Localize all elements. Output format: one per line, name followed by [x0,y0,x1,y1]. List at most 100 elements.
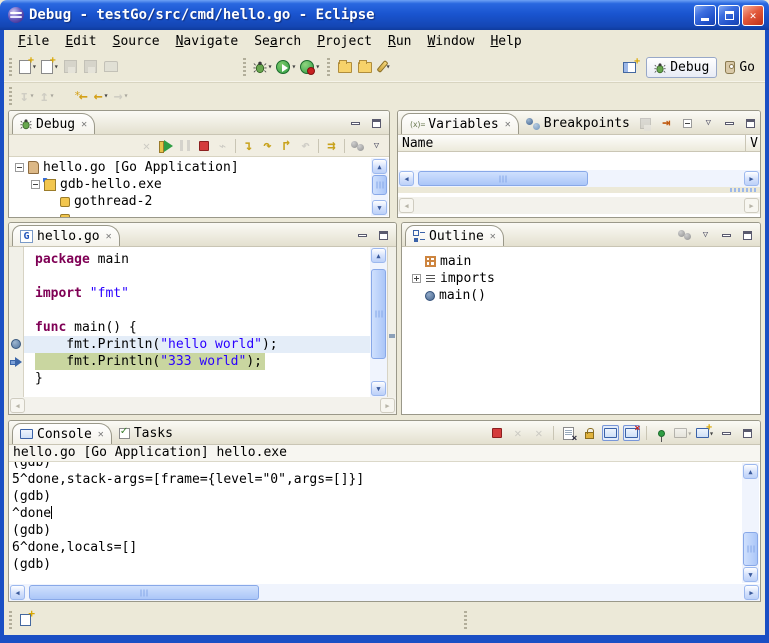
pin-console-button[interactable] [653,425,670,441]
tab-variables[interactable]: (x)= Variables ✕ [401,113,519,134]
step-into-button[interactable]: ↴ [240,138,257,154]
gutter-cell[interactable] [9,336,23,353]
scroll-down-button[interactable]: ▼ [371,381,386,396]
show-stderr-button[interactable] [623,425,640,441]
next-annotation-button[interactable]: ↧▾ [17,85,37,107]
scroll-left-button[interactable]: ◀ [10,585,25,600]
scroll-thumb[interactable] [418,171,588,186]
title-bar[interactable]: Debug - testGo/src/cmd/hello.go - Eclips… [0,0,769,30]
dropdown-icon[interactable]: ▾ [104,91,109,100]
view-menu-button[interactable]: ▽ [697,227,714,243]
outline-row[interactable]: imports [410,270,760,287]
editor-overview-ruler[interactable] [387,247,396,397]
code-line[interactable]: import "fmt" [24,285,370,302]
last-edit-location-button[interactable]: *← [71,85,91,107]
new-go-element-button[interactable]: ▾ [39,56,61,78]
menu-source[interactable]: Source [105,32,168,51]
back-button[interactable]: ←▾ [91,85,111,107]
forward-button[interactable]: →▾ [111,85,131,107]
debug-tree-row[interactable] [13,210,389,217]
expander-icon[interactable] [412,274,421,283]
view-minimize-button[interactable] [347,115,364,131]
debug-view-options-button[interactable] [349,138,366,154]
value-column-header[interactable]: V [745,135,760,151]
view-maximize-button[interactable] [742,115,759,131]
console-output[interactable]: (gdb) 5^done,stack-args=[frame={level="0… [9,462,760,584]
expander-icon[interactable] [31,180,40,189]
menu-run[interactable]: Run [380,32,419,51]
editor-vertical-scrollbar[interactable]: ▲ ▼ [370,247,387,397]
editor-code[interactable]: package main import "fmt" func main() { … [24,247,370,397]
gutter-cell[interactable] [9,353,23,370]
step-over-button[interactable]: ↷ [259,138,276,154]
print-button[interactable] [101,56,121,78]
resume-button[interactable] [157,138,174,154]
close-icon[interactable]: ✕ [81,119,87,130]
variables-horizontal-scrollbar[interactable]: ◀ ▶ [398,170,760,187]
code-line[interactable]: } [24,370,370,387]
tab-breakpoints[interactable]: Breakpoints [519,113,637,134]
dropdown-icon[interactable]: ▾ [50,91,55,100]
console-vertical-scrollbar[interactable]: ▲ ▼ [742,463,759,583]
outline-row[interactable]: main() [410,287,760,304]
perspective-go-button[interactable]: Go [725,60,755,75]
editor-gutter[interactable] [9,247,24,397]
dropdown-icon[interactable]: ▾ [315,62,320,71]
open-resource-button[interactable] [355,56,375,78]
debug-vertical-scrollbar[interactable]: ▲ ▼ [371,158,388,216]
variables-empty-row[interactable] [398,152,760,170]
toolbar-drag-handle[interactable] [243,58,246,76]
menu-search[interactable]: Search [246,32,309,51]
dropdown-icon[interactable]: ▾ [30,91,35,100]
scroll-up-button[interactable]: ▲ [371,248,386,263]
scroll-up-button[interactable]: ▲ [743,464,758,479]
tab-debug[interactable]: Debug ✕ [12,113,95,134]
show-stdout-button[interactable] [602,425,619,441]
outline-options-button[interactable] [676,227,693,243]
new-wizard-button[interactable]: ▾ [17,56,39,78]
menu-project[interactable]: Project [309,32,380,51]
close-icon[interactable]: ✕ [505,119,511,130]
view-maximize-button[interactable] [375,227,392,243]
console-horizontal-scrollbar[interactable]: ◀ ▶ [9,584,760,601]
menu-file[interactable]: File [10,32,57,51]
menu-window[interactable]: Window [419,32,482,51]
debug-tree-row[interactable]: gdb-hello.exe [13,176,389,193]
toolbar-drag-handle[interactable] [9,58,12,76]
code-line[interactable]: package main [24,251,370,268]
close-button[interactable]: ✕ [742,5,764,26]
view-minimize-button[interactable] [721,115,738,131]
expander-icon[interactable] [15,163,24,172]
scroll-down-button[interactable]: ▼ [743,567,758,582]
show-logical-structure-button[interactable]: ⇥ [658,115,675,131]
view-minimize-button[interactable] [718,227,735,243]
name-column-header[interactable]: Name [402,136,433,151]
scroll-lock-button[interactable] [581,425,598,441]
use-step-filters-button[interactable]: ⇉ [323,138,340,154]
external-tools-button[interactable]: ▾ [298,56,322,78]
show-type-names-button[interactable] [637,115,654,131]
view-menu-button[interactable]: ▽ [700,115,717,131]
code-line[interactable]: func main() { [24,319,370,336]
terminate-button[interactable] [488,425,505,441]
terminate-button[interactable] [195,138,212,154]
close-icon[interactable]: ✕ [98,429,104,440]
menu-edit[interactable]: Edit [57,32,104,51]
dropdown-icon[interactable]: ▾ [124,91,129,100]
open-type-button[interactable] [335,56,355,78]
scroll-down-button[interactable]: ▼ [372,200,387,215]
scroll-thumb[interactable] [29,585,259,600]
open-perspective-button[interactable] [621,60,638,76]
tab-console[interactable]: Console ✕ [12,423,112,444]
outline-row[interactable]: main [410,253,760,270]
save-button[interactable] [61,56,81,78]
debug-tree-row[interactable]: hello.go [Go Application] [13,159,389,176]
remove-all-terminated-button[interactable]: ✕ [138,138,155,154]
dropdown-icon[interactable]: ▾ [291,62,296,71]
view-maximize-button[interactable] [368,115,385,131]
clear-console-button[interactable] [560,425,577,441]
scroll-thumb[interactable] [371,269,386,359]
code-line[interactable]: fmt.Println("hello world"); [24,336,370,353]
maximize-button[interactable] [718,5,740,26]
view-minimize-button[interactable] [718,425,735,441]
